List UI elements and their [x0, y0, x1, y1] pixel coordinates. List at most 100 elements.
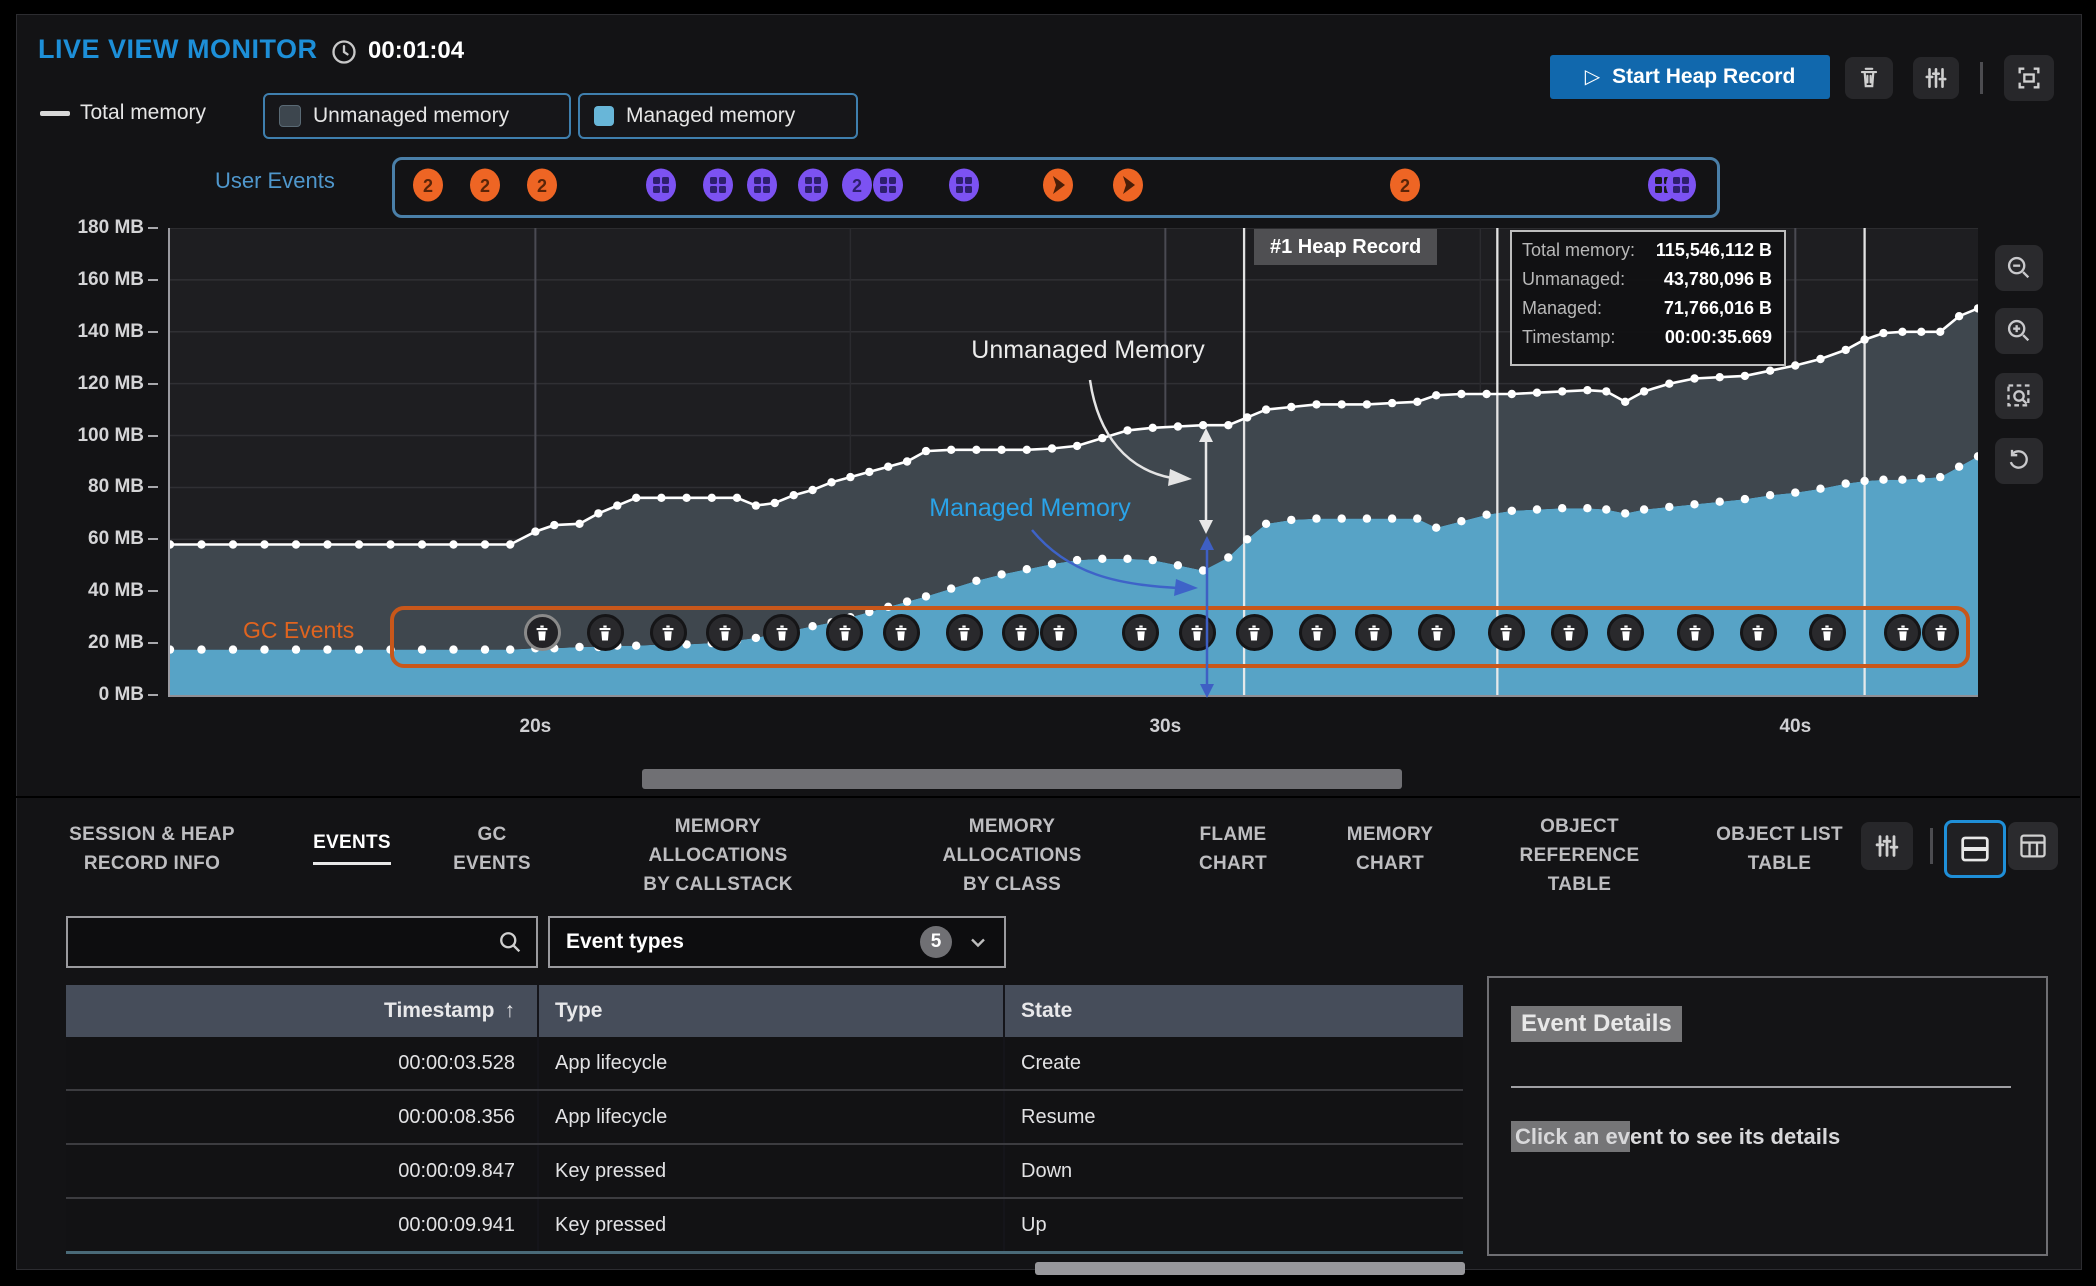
- play-icon: ▷: [1585, 67, 1600, 87]
- tab-memory-allocations-by-callstack[interactable]: MEMORY ALLOCATIONS BY CALLSTACK: [633, 798, 803, 896]
- gc-event-trash-icon[interactable]: [826, 614, 863, 651]
- chart-settings-button[interactable]: [1913, 57, 1959, 99]
- x-axis-line: [170, 695, 1978, 697]
- tab-flame-chart[interactable]: FLAME CHART: [1183, 798, 1283, 896]
- user-event-orange-badge-2-icon[interactable]: 2: [524, 167, 560, 203]
- live-view-monitor-screen: LIVE VIEW MONITOR 00:01:04 ▷ Start Heap …: [0, 0, 2096, 1286]
- filter-sliders-icon: [1923, 65, 1949, 91]
- tab-session-heap-record-info[interactable]: SESSION & HEAP RECORD INFO: [52, 798, 252, 896]
- clock-icon: [330, 38, 358, 66]
- gc-event-trash-icon[interactable]: [1488, 614, 1525, 651]
- gc-event-trash-icon[interactable]: [763, 614, 800, 651]
- x-axis-tick-label: 30s: [1125, 716, 1205, 738]
- column-header-timestamp[interactable]: Timestamp ↑: [66, 985, 539, 1037]
- gc-event-trash-icon[interactable]: [1299, 614, 1336, 651]
- svg-text:2: 2: [852, 176, 862, 196]
- gc-event-trash-icon[interactable]: [587, 614, 624, 651]
- gc-event-trash-icon[interactable]: [883, 614, 920, 651]
- layout-grid-button[interactable]: [2008, 822, 2058, 870]
- unmanaged-memory-swatch: [279, 105, 301, 127]
- gc-event-trash-icon[interactable]: [946, 614, 983, 651]
- heap-record-marker-label[interactable]: #1 Heap Record: [1254, 229, 1437, 265]
- table-settings-button[interactable]: [1861, 822, 1913, 870]
- search-input[interactable]: [68, 931, 496, 954]
- svg-text:2: 2: [537, 176, 547, 196]
- y-axis-tick-label: 60 MB: [36, 528, 144, 550]
- user-event-purple-grid-icon[interactable]: [643, 167, 679, 203]
- event-table-row[interactable]: 00:00:03.528 App lifecycle Create: [66, 1037, 1463, 1089]
- event-types-count-badge: 5: [920, 926, 952, 958]
- managed-memory-swatch: [594, 106, 614, 126]
- user-event-orange-pointer-icon[interactable]: [1040, 167, 1076, 203]
- zoom-in-button[interactable]: [1995, 308, 2043, 354]
- gc-event-trash-icon[interactable]: [1551, 614, 1588, 651]
- user-event-orange-badge-2-icon[interactable]: 2: [1387, 167, 1423, 203]
- timestamp-cell: 00:00:03.528: [66, 1037, 539, 1089]
- gc-event-trash-icon[interactable]: [1740, 614, 1777, 651]
- gc-event-trash-icon[interactable]: [1040, 614, 1077, 651]
- x-axis-tick-label: 40s: [1755, 716, 1835, 738]
- event-types-label: Event types: [566, 930, 906, 954]
- event-table-row[interactable]: 00:00:09.847 Key pressed Down: [66, 1143, 1463, 1197]
- y-axis-tick-label: 120 MB: [36, 373, 144, 395]
- layout-split-button[interactable]: [1944, 820, 2006, 878]
- gc-event-trash-icon[interactable]: [524, 614, 561, 651]
- bottom-scrollbar-thumb[interactable]: [1035, 1262, 1465, 1275]
- legend-unmanaged-toggle[interactable]: Unmanaged memory: [263, 93, 571, 139]
- tab-memory-allocations-by-class[interactable]: MEMORY ALLOCATIONS BY CLASS: [927, 798, 1097, 896]
- gc-event-trash-icon[interactable]: [1122, 614, 1159, 651]
- user-event-purple-grid-icon[interactable]: [795, 167, 831, 203]
- legend-managed-toggle[interactable]: Managed memory: [578, 93, 858, 139]
- column-header-type[interactable]: Type: [539, 985, 1005, 1037]
- tab-memory-chart[interactable]: MEMORY CHART: [1330, 798, 1450, 896]
- user-event-orange-pointer-icon[interactable]: [1110, 167, 1146, 203]
- elapsed-time: 00:01:04: [368, 37, 464, 65]
- tab-gc-events[interactable]: GC EVENTS: [447, 798, 537, 896]
- type-cell: App lifecycle: [539, 1091, 1005, 1143]
- zoom-region-button[interactable]: [1995, 373, 2043, 419]
- user-event-purple-grid-icon[interactable]: [946, 167, 982, 203]
- gc-event-trash-icon[interactable]: [1607, 614, 1644, 651]
- event-table-row[interactable]: 00:00:08.356 App lifecycle Resume: [66, 1089, 1463, 1143]
- event-table-row[interactable]: 00:00:09.941 Key pressed Up: [66, 1197, 1463, 1251]
- svg-text:2: 2: [1400, 176, 1410, 196]
- gc-event-trash-icon[interactable]: [1179, 614, 1216, 651]
- chart-scrollbar-thumb[interactable]: [642, 769, 1402, 789]
- fullscreen-icon: [2015, 64, 2043, 92]
- trash-icon: [1856, 65, 1882, 91]
- user-event-purple-grid-pair-icon[interactable]: [1645, 167, 1681, 203]
- gc-event-trash-icon[interactable]: [1809, 614, 1846, 651]
- user-event-purple-grid-icon[interactable]: [744, 167, 780, 203]
- gc-event-trash-icon[interactable]: [1355, 614, 1392, 651]
- start-heap-record-button[interactable]: ▷ Start Heap Record: [1550, 55, 1830, 99]
- gc-event-trash-icon[interactable]: [1236, 614, 1273, 651]
- zoom-reset-icon: [2005, 447, 2033, 475]
- gc-event-trash-icon[interactable]: [1677, 614, 1714, 651]
- tab-object-list-table[interactable]: OBJECT LIST TABLE: [1712, 798, 1847, 896]
- gc-event-trash-icon[interactable]: [650, 614, 687, 651]
- type-cell: Key pressed: [539, 1145, 1005, 1197]
- fullscreen-button[interactable]: [2004, 55, 2054, 101]
- event-types-dropdown[interactable]: Event types 5: [548, 916, 1006, 968]
- tooltip-row: Timestamp:00:00:35.669: [1522, 327, 1772, 356]
- column-header-state[interactable]: State: [1005, 985, 1461, 1037]
- tab-events[interactable]: EVENTS: [297, 798, 407, 896]
- gc-event-trash-icon[interactable]: [1418, 614, 1455, 651]
- y-axis-tick-label: 0 MB: [36, 684, 144, 706]
- y-axis-tick-label: 40 MB: [36, 580, 144, 602]
- clear-trash-button[interactable]: [1845, 57, 1893, 99]
- tabbar-divider: [1930, 828, 1933, 864]
- user-events-label: User Events: [215, 168, 335, 194]
- zoom-out-button[interactable]: [1995, 245, 2043, 291]
- user-event-orange-badge-2-icon[interactable]: 2: [467, 167, 503, 203]
- user-event-purple-grid-icon[interactable]: [700, 167, 736, 203]
- zoom-reset-button[interactable]: [1995, 438, 2043, 484]
- unmanaged-memory-annotation: Unmanaged Memory: [938, 336, 1238, 365]
- bottom-tab-bar: SESSION & HEAP RECORD INFO EVENTS GC EVENT…: [16, 798, 2080, 896]
- y-axis-tick-label: 140 MB: [36, 321, 144, 343]
- user-event-orange-badge-2-icon[interactable]: 2: [410, 167, 446, 203]
- gc-event-trash-icon[interactable]: [1922, 614, 1959, 651]
- tooltip-row: Total memory:115,546,112 B: [1522, 240, 1772, 269]
- tab-object-reference-table[interactable]: OBJECT REFERENCE TABLE: [1512, 798, 1647, 896]
- user-event-purple-grid-icon[interactable]: [870, 167, 906, 203]
